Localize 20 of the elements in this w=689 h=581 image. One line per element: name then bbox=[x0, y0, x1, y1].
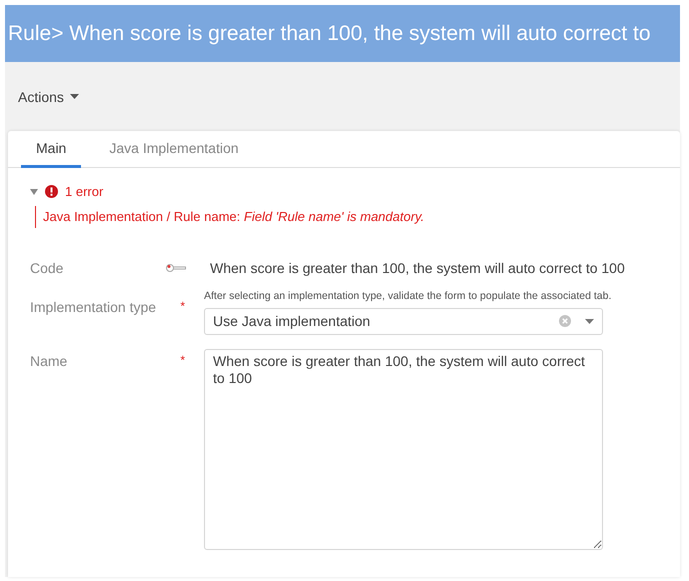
key-icon bbox=[166, 263, 188, 273]
tab[interactable]: Java Implementation bbox=[94, 131, 254, 168]
error-count: 1 error bbox=[65, 184, 104, 199]
tab[interactable]: Main bbox=[21, 131, 82, 168]
actions-menu-button[interactable]: Actions bbox=[18, 86, 79, 106]
field-label: Name bbox=[30, 352, 68, 369]
error-icon bbox=[45, 185, 58, 198]
page-title: Rule> When score is greater than 100, the system will auto correct to bbox=[8, 22, 651, 46]
error-message: Java Implementation / Rule name: Field 'Rule name' is mandatory. bbox=[35, 206, 680, 228]
field-label: Code bbox=[30, 260, 64, 276]
name-field[interactable]: When score is greater than 100, the system will auto correct to 100 bbox=[204, 348, 603, 550]
select-field[interactable]: Use Java implementation bbox=[204, 308, 603, 335]
required-asterisk: * bbox=[180, 299, 185, 313]
required-asterisk: * bbox=[180, 352, 185, 367]
caret-icon[interactable] bbox=[585, 318, 594, 324]
help-text: After selecting an implementation type, validate the form to populate the associated tab. bbox=[204, 290, 612, 304]
caret-icon bbox=[70, 94, 79, 99]
field-label: Implementation type bbox=[30, 299, 156, 315]
code-value: When score is greater than 100, the system will auto correct to 100 bbox=[210, 260, 625, 276]
collapse-toggle-icon[interactable] bbox=[30, 188, 38, 194]
